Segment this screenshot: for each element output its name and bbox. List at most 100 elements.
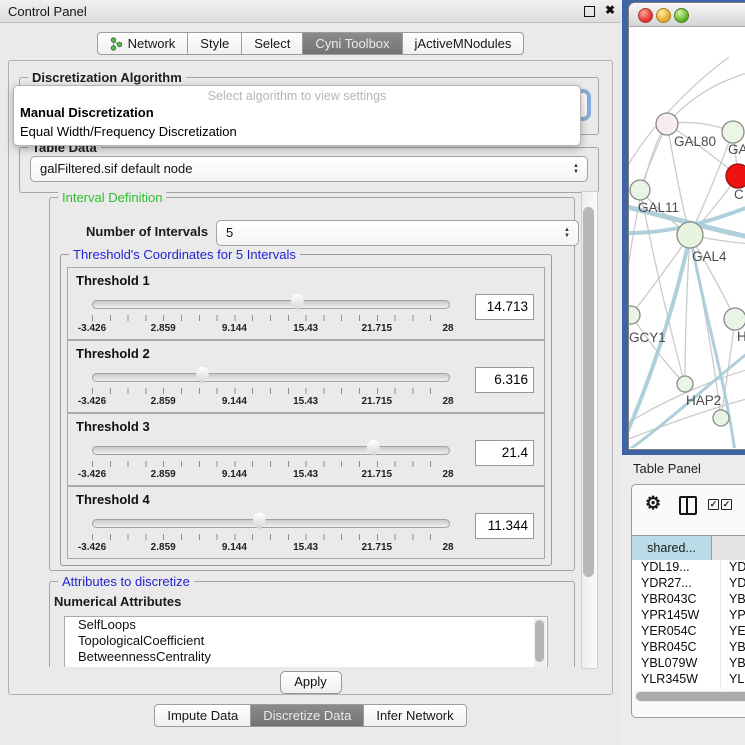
network-tab-icon [110, 37, 123, 51]
scale-label: 9.144 [222, 396, 247, 407]
tab-label: Style [200, 36, 229, 51]
network-node-hap2[interactable] [677, 376, 693, 392]
close-icon[interactable]: ✖ [605, 3, 615, 17]
threshold-4-value-field[interactable]: 11.344 [475, 513, 534, 539]
threshold-1-value-field[interactable]: 14.713 [475, 294, 534, 320]
slider-track[interactable] [92, 300, 450, 309]
scale-label: 2.859 [151, 469, 176, 480]
table-row[interactable]: YDL19...YDL1 [632, 560, 745, 576]
network-node-gcy1[interactable] [629, 306, 640, 324]
settings-gear-icon[interactable]: ⚙ [645, 493, 661, 514]
apply-button[interactable]: Apply [280, 671, 342, 694]
attribute-item-selfloops[interactable]: SelfLoops [65, 617, 547, 633]
tab-discretize-data[interactable]: Discretize Data [250, 704, 364, 727]
attributes-scrollbar-thumb[interactable] [535, 620, 544, 662]
table-row[interactable]: YDR27...YDR2 [632, 576, 745, 592]
number-of-intervals-label: Number of Intervals [86, 224, 208, 239]
numerical-attributes-list[interactable]: SelfLoopsTopologicalCoefficientBetweenne… [64, 616, 548, 667]
network-node-h[interactable] [724, 308, 745, 330]
select-all-icon[interactable]: ✓ [708, 499, 719, 510]
attributes-group: Attributes to discretize Numerical Attri… [49, 581, 575, 667]
attributes-group-title: Attributes to discretize [58, 574, 194, 589]
combobox-spinner-icon[interactable]: ▲▼ [564, 221, 570, 245]
settings-scrollbar-thumb[interactable] [583, 207, 594, 577]
tab-network[interactable]: Network [97, 32, 189, 55]
slider-track[interactable] [92, 519, 450, 528]
column-layout-icon[interactable] [679, 496, 697, 515]
select-none-icon[interactable]: ✓ [721, 499, 732, 510]
scale-label: 28 [442, 469, 453, 480]
table-horizontal-scrollbar-thumb[interactable] [636, 692, 745, 701]
combobox-spinner-icon[interactable]: ▲▼ [573, 157, 579, 181]
table-row[interactable]: YBL079WYBL0 [632, 656, 745, 672]
tab-impute-data[interactable]: Impute Data [154, 704, 251, 727]
slider-track[interactable] [92, 446, 450, 455]
tab-select[interactable]: Select [241, 32, 303, 55]
slider-thumb[interactable] [195, 367, 210, 385]
table-cell: YLR3 [721, 672, 745, 688]
interval-definition-group: Interval Definition Number of Intervals … [49, 197, 575, 571]
attribute-item-topologicalcoefficient[interactable]: TopologicalCoefficient [65, 633, 547, 649]
threshold-3-box: Threshold 3-3.4262.8599.14415.4321.71528… [67, 413, 545, 486]
scale-label: -3.426 [78, 469, 106, 480]
table-row[interactable]: YPR145WYPR1 [632, 608, 745, 624]
scale-label: -3.426 [78, 323, 106, 334]
table-panel-toolbar: ⚙ ✓ ✓ [632, 485, 745, 529]
tab-label: Cyni Toolbox [315, 36, 389, 51]
control-panel: Control Panel ✖ Network Style Select Cyni T… [0, 0, 621, 745]
threshold-3-value-field[interactable]: 21.4 [475, 440, 534, 466]
network-node-label: HAP2 [686, 393, 721, 408]
column-header-shared-[interactable]: shared... [632, 536, 712, 560]
number-of-intervals-combobox[interactable]: 5 ▲▼ [216, 220, 579, 246]
algorithm-option-equal-width-frequency-discretization[interactable]: Equal Width/Frequency Discretization [14, 122, 580, 141]
network-window-frame: GAL80GACGAL11GAL4GCY1HHAP2 [622, 0, 745, 455]
network-node[interactable] [713, 410, 729, 426]
column-header-na[interactable]: na [712, 536, 745, 560]
close-traffic-light-icon[interactable] [638, 8, 653, 23]
threshold-1-slider[interactable]: -3.4262.8599.14415.4321.71528 [92, 296, 448, 338]
threshold-4-slider[interactable]: -3.4262.8599.14415.4321.71528 [92, 515, 448, 557]
algorithm-option-manual-discretization[interactable]: Manual Discretization [14, 103, 580, 122]
network-node-gal4[interactable] [677, 222, 703, 248]
algorithm-dropdown-hint: Select algorithm to view settings [14, 86, 580, 103]
table-row[interactable]: YBR045CYBR0 [632, 640, 745, 656]
table-row[interactable]: YIL052CYIL0 [632, 688, 745, 689]
attributes-scrollbar[interactable] [534, 618, 546, 667]
minimize-traffic-light-icon[interactable] [656, 8, 671, 23]
table-cell: YPR1 [721, 608, 745, 624]
table-row[interactable]: YER054CYER0 [632, 624, 745, 640]
network-node-gal80[interactable] [656, 113, 678, 135]
scale-label: 21.715 [362, 469, 393, 480]
scale-label: 21.715 [362, 542, 393, 553]
settings-scroll-region: Interval Definition Number of Intervals … [15, 191, 579, 667]
tab-jactivemnodules[interactable]: jActiveMNodules [402, 32, 525, 55]
threshold-2-slider[interactable]: -3.4262.8599.14415.4321.71528 [92, 369, 448, 411]
scale-label: 15.43 [293, 542, 318, 553]
tab-infer-network[interactable]: Infer Network [363, 704, 466, 727]
table-cell: YIL052C [632, 688, 721, 689]
network-canvas[interactable]: GAL80GACGAL11GAL4GCY1HHAP2 [629, 27, 745, 448]
control-panel-titlebar: Control Panel ✖ [0, 0, 621, 23]
threshold-2-value-field[interactable]: 6.316 [475, 367, 534, 393]
slider-track[interactable] [92, 373, 450, 382]
network-node-c[interactable] [726, 164, 745, 188]
tab-cyni-toolbox[interactable]: Cyni Toolbox [302, 32, 402, 55]
table-row[interactable]: YLR345WYLR3 [632, 672, 745, 688]
settings-scrollbar[interactable] [581, 191, 598, 669]
slider-thumb[interactable] [290, 294, 305, 312]
slider-thumb[interactable] [366, 440, 381, 458]
table-horizontal-scrollbar[interactable] [635, 691, 745, 702]
table-data-combobox[interactable]: galFiltered.sif default node ▲▼ [30, 156, 588, 182]
attribute-item-betweennesscentrality[interactable]: BetweennessCentrality [65, 649, 547, 665]
network-window-titlebar[interactable] [629, 3, 745, 27]
threshold-2-box: Threshold 2-3.4262.8599.14415.4321.71528… [67, 340, 545, 413]
network-node-ga[interactable] [722, 121, 744, 143]
tab-style[interactable]: Style [187, 32, 242, 55]
zoom-traffic-light-icon[interactable] [674, 8, 689, 23]
threshold-3-slider[interactable]: -3.4262.8599.14415.4321.71528 [92, 442, 448, 484]
float-window-icon[interactable] [584, 6, 595, 17]
scale-label: 2.859 [151, 542, 176, 553]
network-node-gal11[interactable] [630, 180, 650, 200]
table-row[interactable]: YBR043CYBR0 [632, 592, 745, 608]
slider-thumb[interactable] [252, 513, 267, 531]
